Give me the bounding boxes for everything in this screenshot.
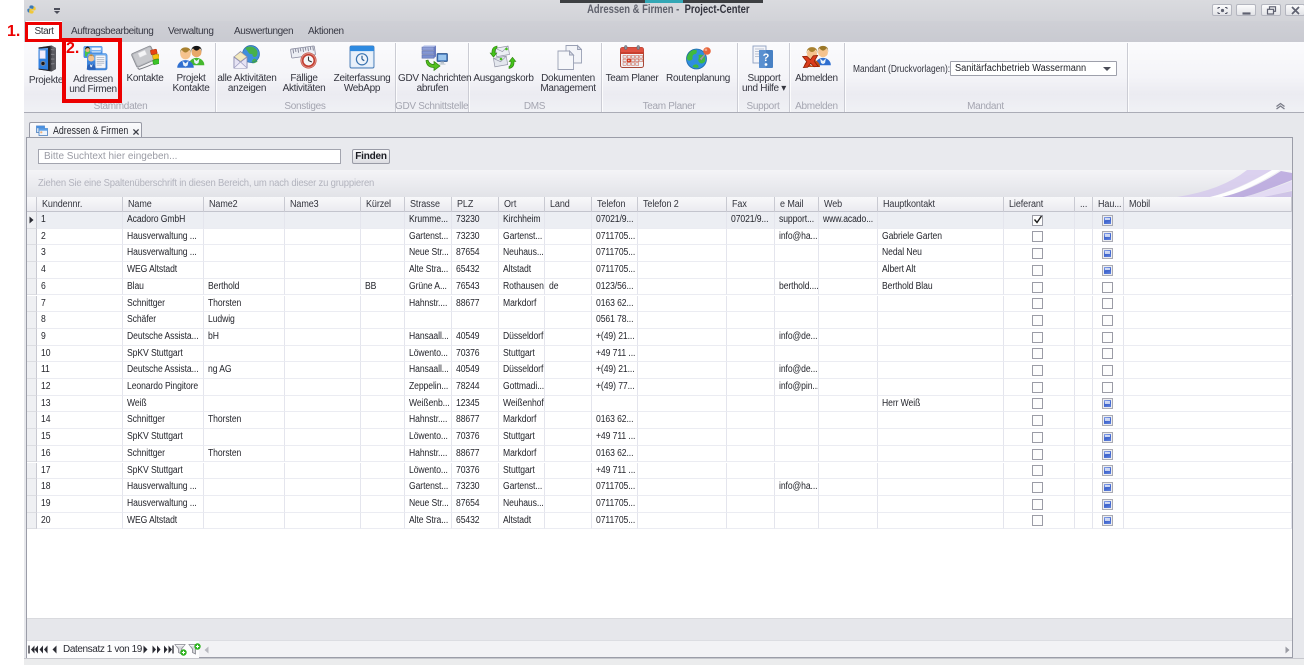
svg-text:?: ?: [763, 52, 770, 64]
